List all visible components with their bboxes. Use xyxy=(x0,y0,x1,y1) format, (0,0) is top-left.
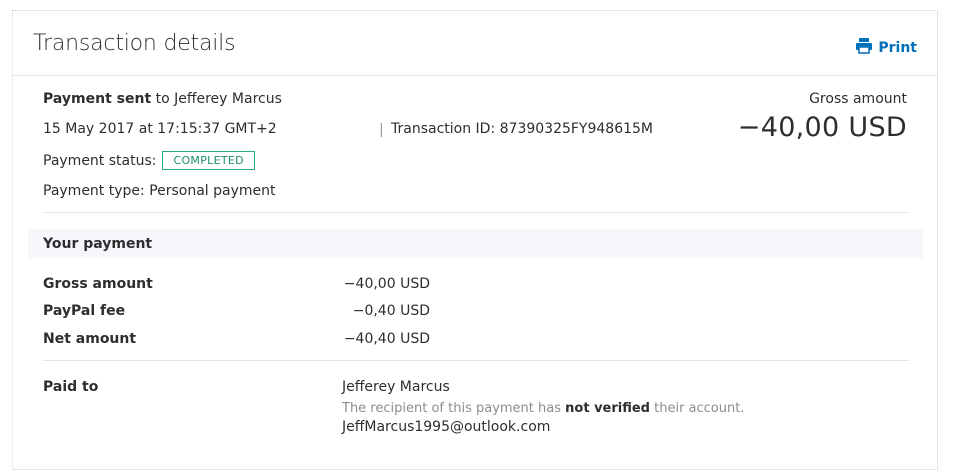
your-payment-header: Your payment xyxy=(28,229,923,258)
to-prefix: to xyxy=(155,91,170,107)
gross-amount-label: Gross amount xyxy=(809,91,907,107)
transaction-id-value: 87390325FY948615M xyxy=(499,121,654,137)
payment-type-value: Personal payment xyxy=(149,183,276,199)
paid-to-name: Jefferey Marcus xyxy=(342,379,450,395)
net-amount-row-label: Net amount xyxy=(43,331,137,347)
note-suffix: their account. xyxy=(654,401,745,416)
recipient-name: Jefferey Marcus xyxy=(174,91,282,107)
paid-to-label: Paid to xyxy=(43,379,99,395)
net-amount-row-value: −40,40 USD xyxy=(343,331,430,347)
summary-recipient-line: Payment sent to Jefferey Marcus xyxy=(43,91,282,107)
print-label: Print xyxy=(878,39,917,56)
transaction-id-line: Transaction ID: 87390325FY948615M xyxy=(391,121,653,137)
print-button[interactable]: Print xyxy=(855,37,917,58)
payment-status-label: Payment status: xyxy=(43,152,157,169)
printer-icon xyxy=(855,37,878,58)
verification-note: The recipient of this payment has not ve… xyxy=(342,401,744,416)
paid-to-email: JeffMarcus1995@outlook.com xyxy=(342,419,551,435)
payment-status-line: Payment status: COMPLETED xyxy=(43,151,255,170)
payment-direction: Payment sent xyxy=(43,91,152,107)
your-payment-label: Your payment xyxy=(43,236,153,252)
note-bold: not verified xyxy=(565,401,650,416)
paypal-fee-row-label: PayPal fee xyxy=(43,303,126,319)
transaction-details-card: Transaction details Print Payment sent t… xyxy=(12,10,938,470)
gross-amount-row-value: −40,00 USD xyxy=(343,276,430,292)
paypal-fee-row-value: −0,40 USD xyxy=(352,303,430,319)
divider xyxy=(43,212,909,213)
vertical-divider: | xyxy=(379,122,384,138)
payment-type-label: Payment type: xyxy=(43,183,145,199)
transaction-id-label: Transaction ID: xyxy=(391,121,496,137)
page-title: Transaction details xyxy=(33,31,236,56)
divider xyxy=(43,360,909,361)
gross-amount-row-label: Gross amount xyxy=(43,276,153,292)
note-prefix: The recipient of this payment has xyxy=(342,401,561,416)
status-badge: COMPLETED xyxy=(162,151,255,170)
card-header: Transaction details Print xyxy=(13,11,937,76)
transaction-datetime: 15 May 2017 at 17:15:37 GMT+2 xyxy=(43,121,277,137)
gross-amount-value: −40,00 USD xyxy=(737,112,907,143)
payment-type-line: Payment type: Personal payment xyxy=(43,183,276,199)
